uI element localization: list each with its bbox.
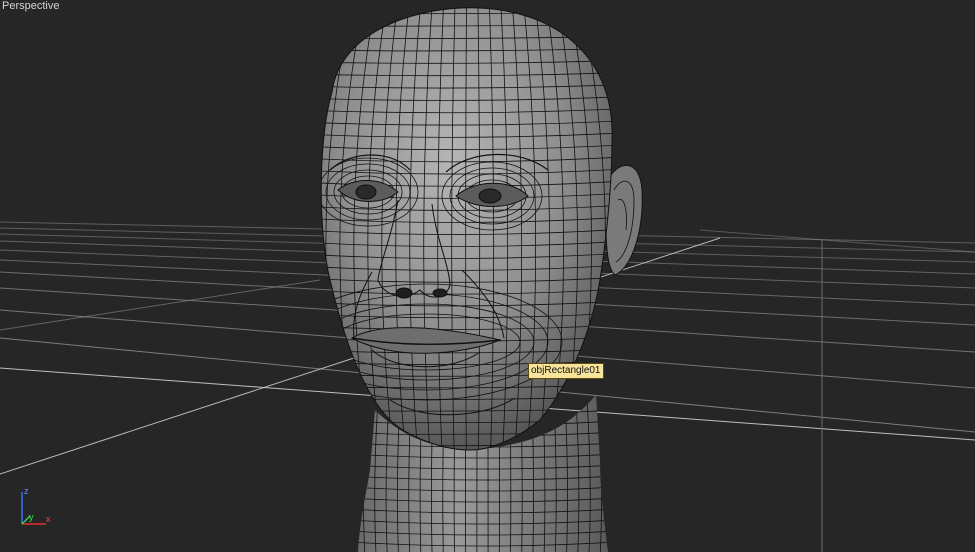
ear-mesh xyxy=(605,164,643,276)
z-axis-label: z xyxy=(24,486,29,496)
viewport-label[interactable]: Perspective xyxy=(2,0,59,12)
y-axis-label: y xyxy=(29,512,34,522)
axis-gizmo-icon xyxy=(21,492,46,525)
head-mesh xyxy=(320,7,613,451)
object-name-tooltip: objRectangle01 xyxy=(528,363,604,379)
axis-gizmo: z y x xyxy=(12,486,62,530)
perspective-viewport[interactable]: Perspective objRectangle01 z y x xyxy=(0,0,975,552)
viewport-scene[interactable] xyxy=(0,0,975,552)
x-axis-label: x xyxy=(46,514,51,524)
